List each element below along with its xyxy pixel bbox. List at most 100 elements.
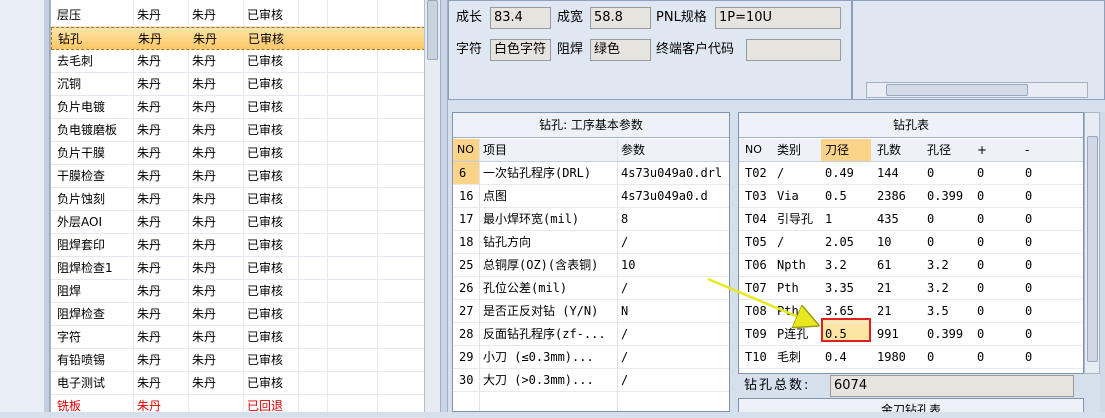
drill-count: 10 — [877, 235, 892, 249]
drill-header-no: NO — [745, 143, 762, 156]
process-list-scroll-thumb[interactable] — [427, 0, 438, 60]
drill-count: 1980 — [877, 350, 906, 364]
process-name: 阻焊检查 — [57, 307, 106, 321]
drill-header-count: 孔数 — [877, 143, 902, 157]
growth-field[interactable]: 83.4 — [490, 7, 551, 29]
params-header-row: NO 项目 参数 — [453, 139, 729, 162]
process-row[interactable]: 外层AOI 朱丹 朱丹 已审核 — [51, 211, 425, 234]
params-row[interactable]: 16 点图 4s73u049a0.d — [453, 185, 729, 208]
process-name: 阻焊检查1 — [57, 261, 113, 275]
params-value: 8 — [621, 212, 629, 226]
process-reviewer: 朱丹 — [192, 330, 217, 344]
process-status: 已审核 — [247, 330, 284, 344]
process-status: 已审核 — [248, 32, 285, 46]
drill-row[interactable]: T05 / 2.05 10 0 0 0 — [739, 231, 1083, 254]
width-field[interactable]: 58.8 — [590, 7, 651, 29]
gold-drill-table-panel: 金刀钻孔表 — [738, 398, 1084, 412]
params-row[interactable]: 6 一次钻孔程序(DRL) 4s73u049a0.drl — [453, 162, 729, 185]
process-row[interactable]: 阻焊检查1 朱丹 朱丹 已审核 — [51, 257, 425, 280]
drill-hole: 3.2 — [927, 258, 949, 272]
params-item: 最小焊环宽(mil) — [483, 212, 580, 226]
drill-count: 61 — [877, 258, 892, 272]
params-row[interactable]: 29 小刀 (≤0.3mm)... / — [453, 346, 729, 369]
process-status: 已审核 — [247, 261, 284, 275]
drill-row[interactable]: T03 Via 0.5 2386 0.399 0 0 — [739, 185, 1083, 208]
character-field[interactable]: 白色字符 — [490, 39, 551, 61]
params-col-divider — [479, 139, 480, 411]
right-edge — [1100, 112, 1105, 412]
horizontal-scroll-thumb[interactable] — [886, 84, 1028, 96]
process-maker: 朱丹 — [137, 284, 162, 298]
params-row[interactable]: 25 总铜厚(OZ)(含表铜) 10 — [453, 254, 729, 277]
process-row[interactable]: 电子测试 朱丹 朱丹 已审核 — [51, 372, 425, 395]
drill-count: 21 — [877, 304, 892, 318]
process-maker: 朱丹 — [137, 399, 162, 413]
process-name: 负电镀磨板 — [57, 123, 118, 137]
drill-row[interactable]: T02 / 0.49 144 0 0 0 — [739, 162, 1083, 185]
customer-code-field[interactable] — [746, 39, 841, 61]
process-reviewer: 朱丹 — [192, 238, 217, 252]
drill-minus: 0 — [1025, 304, 1033, 318]
process-reviewer: 朱丹 — [192, 307, 217, 321]
drill-type: Pth — [777, 281, 799, 295]
drill-diameter: 0.5 — [825, 189, 847, 203]
params-row[interactable]: 30 大刀 (>0.3mm)... / — [453, 369, 729, 392]
process-maker: 朱丹 — [137, 54, 162, 68]
process-list-scrollbar[interactable] — [424, 0, 440, 412]
drill-hole: 0 — [927, 235, 935, 249]
process-maker: 朱丹 — [137, 123, 162, 137]
process-row[interactable]: 负片电镀 朱丹 朱丹 已审核 — [51, 96, 425, 119]
process-name: 去毛刺 — [57, 54, 94, 68]
process-reviewer: 朱丹 — [192, 376, 217, 390]
drill-plus: 0 — [977, 166, 985, 180]
process-name: 电子测试 — [57, 376, 106, 390]
params-row[interactable]: 27 是否正反对钻 (Y/N) N — [453, 300, 729, 323]
panel-splitter[interactable] — [440, 0, 448, 412]
drill-table-title: 钻孔表 — [739, 113, 1083, 138]
params-no: 26 — [459, 281, 474, 295]
process-row[interactable]: 有铅喷锡 朱丹 朱丹 已审核 — [51, 349, 425, 372]
process-status: 已审核 — [247, 77, 284, 91]
process-row[interactable]: 层压 朱丹 朱丹 已审核 — [51, 4, 425, 27]
process-row[interactable]: 阻焊检查 朱丹 朱丹 已审核 — [51, 303, 425, 326]
drill-row[interactable]: T09 P连孔 0.5 991 0.399 0 0 — [739, 323, 1083, 346]
params-item: 大刀 (>0.3mm)... — [483, 373, 594, 387]
process-reviewer: 朱丹 — [192, 284, 217, 298]
params-col-divider — [617, 139, 618, 411]
drill-row[interactable]: T06 Npth 3.2 61 3.2 0 0 — [739, 254, 1083, 277]
params-row[interactable]: 17 最小焊环宽(mil) 8 — [453, 208, 729, 231]
drill-row[interactable]: T10 毛刺 0.4 1980 0 0 0 — [739, 346, 1083, 369]
process-name: 负片干膜 — [57, 146, 106, 160]
drill-total-field[interactable]: 6074 — [830, 375, 1074, 397]
drill-table-scroll-thumb[interactable] — [1087, 136, 1098, 362]
process-row[interactable]: 干膜检查 朱丹 朱丹 已审核 — [51, 165, 425, 188]
params-row[interactable]: 26 孔位公差(mil) / — [453, 277, 729, 300]
params-no: 28 — [459, 327, 474, 341]
process-reviewer: 朱丹 — [192, 215, 217, 229]
drill-plus: 0 — [977, 212, 985, 226]
process-row[interactable]: 阻焊套印 朱丹 朱丹 已审核 — [51, 234, 425, 257]
process-row[interactable]: 阻焊 朱丹 朱丹 已审核 — [51, 280, 425, 303]
drill-count: 991 — [877, 327, 899, 341]
params-row[interactable]: 28 反面钻孔程序(zf-... / — [453, 323, 729, 346]
process-row[interactable]: 沉铜 朱丹 朱丹 已审核 — [51, 73, 425, 96]
process-row[interactable]: 负电镀磨板 朱丹 朱丹 已审核 — [51, 119, 425, 142]
process-maker: 朱丹 — [137, 261, 162, 275]
process-row[interactable]: 去毛刺 朱丹 朱丹 已审核 — [51, 50, 425, 73]
process-row[interactable]: 负片干膜 朱丹 朱丹 已审核 — [51, 142, 425, 165]
drill-row[interactable]: T04 引导孔 1 435 0 0 0 — [739, 208, 1083, 231]
process-row[interactable]: 铣板 朱丹 已回退 — [51, 395, 425, 418]
process-row[interactable]: 字符 朱丹 朱丹 已审核 — [51, 326, 425, 349]
drill-row[interactable]: T07 Pth 3.35 21 3.2 0 0 — [739, 277, 1083, 300]
drill-row[interactable]: T08 Pth 3.65 21 3.5 0 0 — [739, 300, 1083, 323]
params-no: 16 — [459, 189, 474, 203]
params-value: 10 — [621, 258, 636, 272]
solder-mask-field[interactable]: 绿色 — [590, 39, 651, 61]
process-name: 负片电镀 — [57, 100, 106, 114]
params-row[interactable]: 18 钻孔方向 / — [453, 231, 729, 254]
pnl-spec-field[interactable]: 1P=10U — [715, 7, 841, 29]
drill-diameter: 0.4 — [825, 350, 847, 364]
process-row[interactable]: 负片蚀刻 朱丹 朱丹 已审核 — [51, 188, 425, 211]
process-row[interactable]: 钻孔 朱丹 朱丹 已审核 — [51, 27, 425, 50]
drill-minus: 0 — [1025, 327, 1033, 341]
